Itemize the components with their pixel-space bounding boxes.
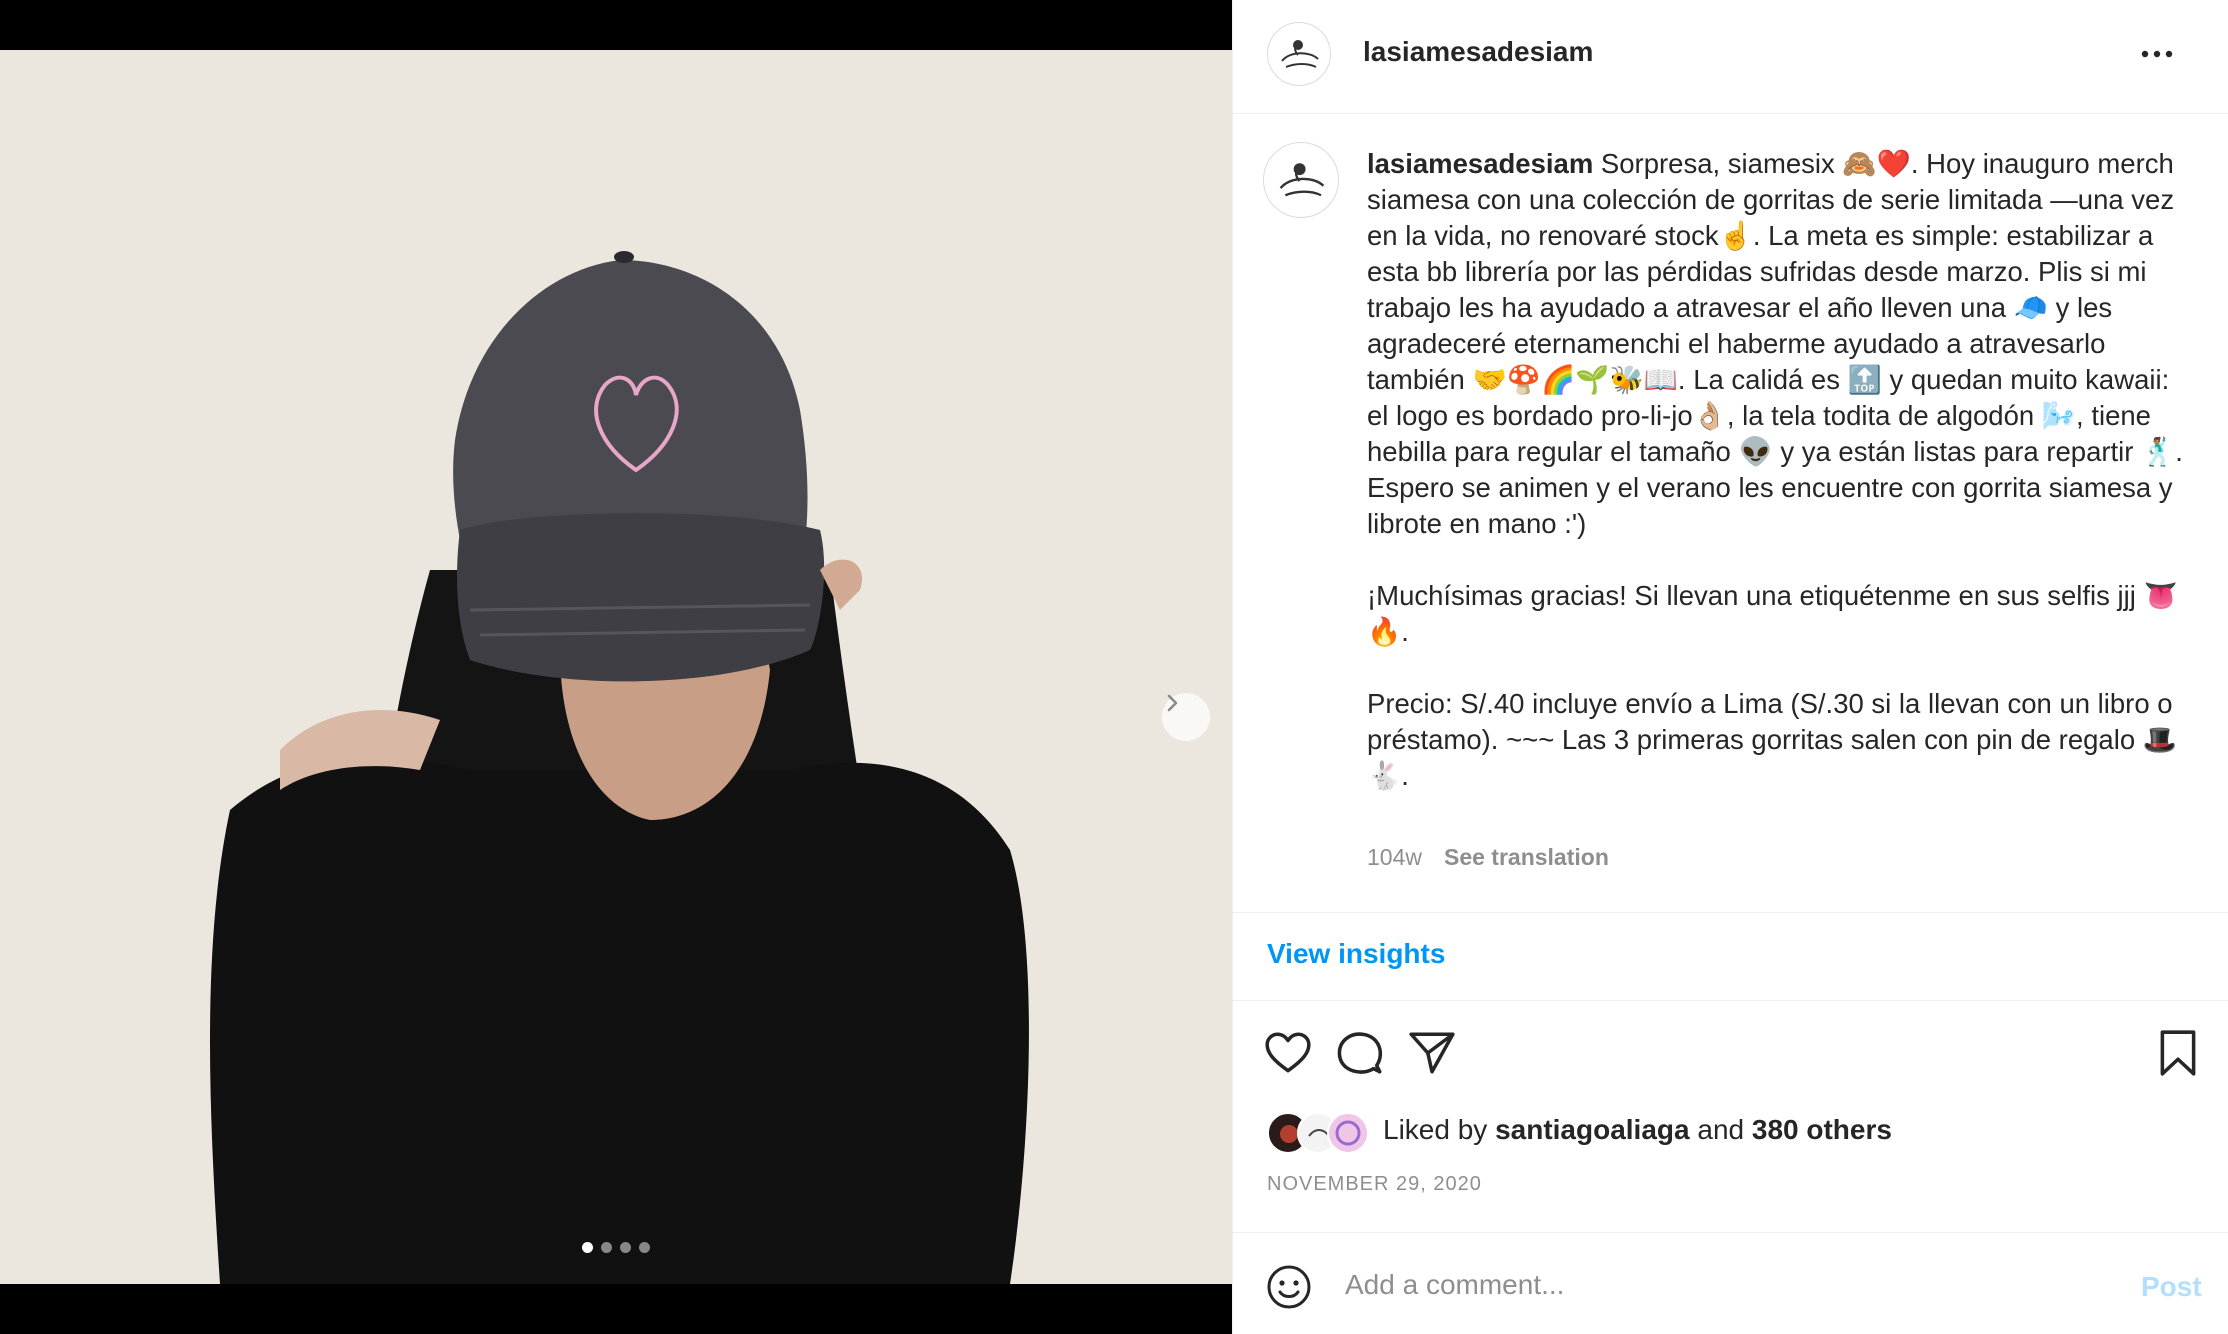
likes-text: Liked by santiagoaliaga and 380 others — [1383, 1114, 1892, 1146]
liker-avatar-image — [1335, 1120, 1361, 1146]
emoji-icon — [1267, 1265, 1311, 1309]
post-header: lasiamesadesiam — [1233, 0, 2228, 114]
likes-summary: Liked by santiagoaliaga and 380 others — [1267, 1112, 2167, 1154]
comment-composer: Post — [1233, 1233, 2228, 1334]
post-media — [0, 0, 1232, 1334]
liked-by-label: Liked by — [1383, 1114, 1496, 1145]
caption-meta: 104w See translation — [1367, 844, 1609, 871]
more-options-icon — [2141, 50, 2173, 58]
carousel-dot-active — [582, 1242, 593, 1253]
comment-button[interactable] — [1335, 1028, 1385, 1078]
post-details-panel: lasiamesadesiam lasiamesadesiam Sorpresa… — [1232, 0, 2228, 1334]
comment-input[interactable] — [1345, 1261, 2045, 1309]
see-translation-button[interactable]: See translation — [1444, 844, 1609, 870]
share-button[interactable] — [1407, 1028, 1457, 1078]
divider — [1233, 1000, 2228, 1001]
share-icon — [1409, 1032, 1455, 1074]
liked-by-and: and — [1689, 1114, 1752, 1145]
liked-by-user[interactable]: santiagoaliaga — [1495, 1114, 1690, 1145]
comment-icon — [1337, 1032, 1383, 1074]
divider — [1233, 912, 2228, 913]
instagram-post-view: lasiamesadesiam lasiamesadesiam Sorpresa… — [0, 0, 2228, 1334]
avatar-logo — [1279, 163, 1325, 197]
post-comment-button[interactable]: Post — [2141, 1271, 2202, 1303]
bookmark-icon — [2160, 1030, 2196, 1076]
action-bar — [1233, 1028, 2228, 1078]
avatar-logo — [1281, 40, 1319, 68]
post-caption: lasiamesadesiam Sorpresa, siamesix 🙈❤️. … — [1367, 146, 2187, 794]
caption-username[interactable]: lasiamesadesiam — [1367, 148, 1593, 179]
author-username[interactable]: lasiamesadesiam — [1363, 36, 1593, 68]
carousel-dot — [620, 1242, 631, 1253]
next-slide-button[interactable] — [1162, 693, 1210, 741]
photo-illustration — [0, 50, 1232, 1284]
post-age[interactable]: 104w — [1367, 844, 1422, 870]
carousel-dot — [601, 1242, 612, 1253]
caption-author-avatar[interactable] — [1263, 142, 1339, 218]
view-insights-link[interactable]: View insights — [1267, 938, 1445, 970]
liked-by-others[interactable]: 380 others — [1752, 1114, 1892, 1145]
heart-icon — [1265, 1032, 1311, 1073]
like-button[interactable] — [1263, 1028, 1313, 1078]
liker-avatar[interactable] — [1327, 1112, 1369, 1154]
liker-avatars — [1267, 1112, 1377, 1154]
caption-section: lasiamesadesiam Sorpresa, siamesix 🙈❤️. … — [1233, 114, 2228, 914]
emoji-button[interactable] — [1265, 1263, 1313, 1311]
carousel-indicator — [0, 1242, 1232, 1253]
post-photo — [0, 50, 1232, 1284]
chevron-right-icon — [1167, 694, 1178, 712]
author-avatar[interactable] — [1267, 22, 1331, 86]
caption-text: Sorpresa, siamesix 🙈❤️. Hoy inauguro mer… — [1367, 148, 2183, 791]
more-options-button[interactable] — [2133, 36, 2181, 72]
post-date[interactable]: NOVEMBER 29, 2020 — [1267, 1173, 1482, 1196]
carousel-dot — [639, 1242, 650, 1253]
save-button[interactable] — [2153, 1028, 2203, 1078]
